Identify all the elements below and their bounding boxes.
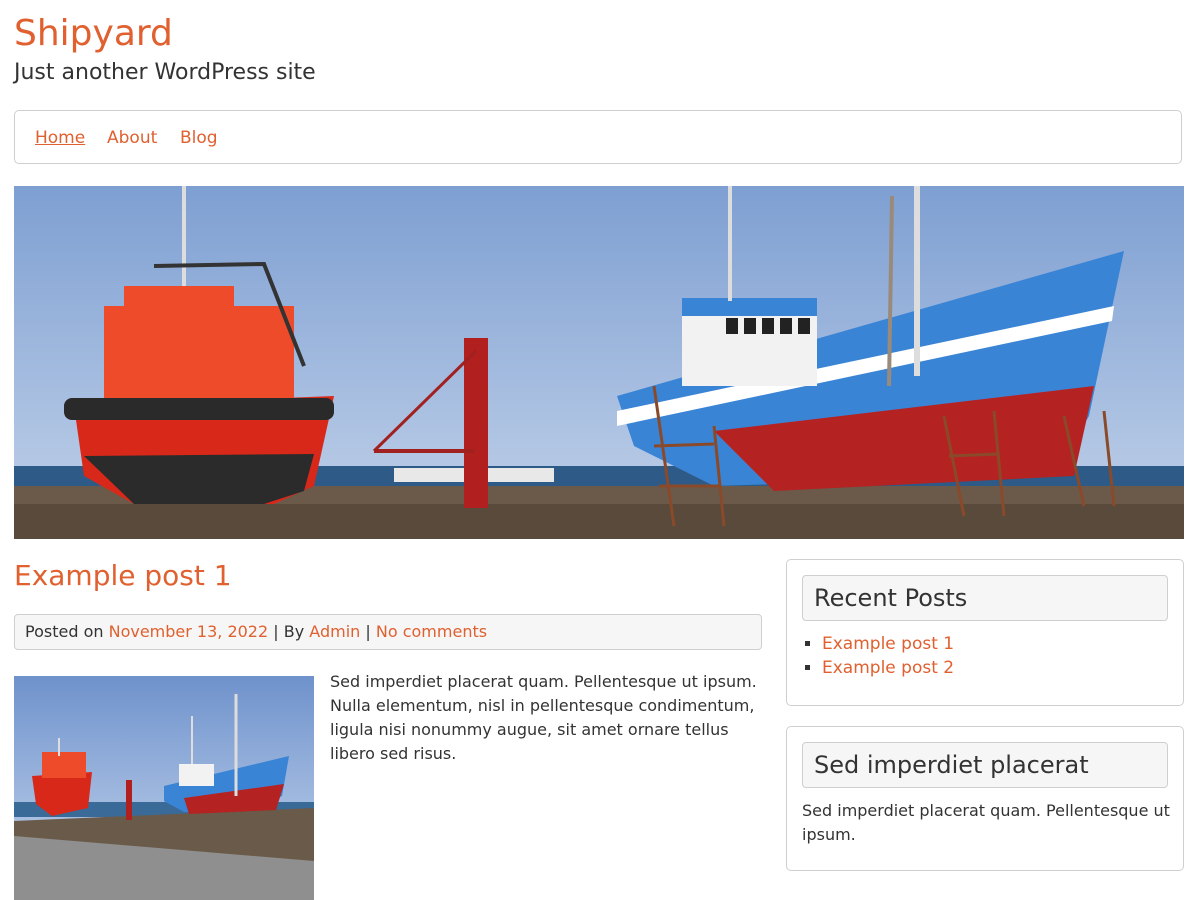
- meta-separator: |: [365, 622, 371, 641]
- post-thumbnail[interactable]: [14, 676, 314, 900]
- list-item: Example post 2: [822, 656, 954, 680]
- site-title-link[interactable]: Shipyard: [14, 13, 173, 54]
- post-title-link[interactable]: Example post 1: [14, 559, 232, 592]
- meta-separator: |: [273, 622, 279, 641]
- author-link[interactable]: Admin: [309, 622, 360, 641]
- post-date-link[interactable]: November 13, 2022: [109, 622, 269, 641]
- text-widget: Sed imperdiet placerat Sed imperdiet pla…: [786, 726, 1184, 871]
- widget-title: Recent Posts: [802, 575, 1168, 621]
- header-image: [14, 186, 1184, 539]
- widget-text: Sed imperdiet placerat quam. Pellentesqu…: [802, 801, 1170, 844]
- site-title[interactable]: Shipyard: [14, 12, 173, 56]
- post-excerpt: Sed imperdiet placerat quam. Pellentesqu…: [330, 672, 757, 763]
- recent-posts-widget: Recent Posts Example post 1 Example post…: [786, 559, 1184, 706]
- recent-post-link[interactable]: Example post 1: [822, 634, 954, 654]
- widget-title: Sed imperdiet placerat: [802, 742, 1168, 788]
- comments-link[interactable]: No comments: [376, 622, 487, 641]
- site-description: Just another WordPress site: [14, 60, 316, 85]
- nav-item-about[interactable]: About: [107, 128, 157, 148]
- recent-posts-list: Example post 1 Example post 2: [806, 632, 954, 680]
- list-item: Example post 1: [822, 632, 954, 656]
- post-meta: Posted on November 13, 2022 | By Admin |…: [14, 614, 762, 650]
- posted-on-label: Posted on: [25, 622, 104, 641]
- recent-post-link[interactable]: Example post 2: [822, 658, 954, 678]
- by-label: By: [283, 622, 305, 641]
- post-title[interactable]: Example post 1: [14, 558, 232, 594]
- main-navigation: Home About Blog: [14, 110, 1182, 164]
- nav-item-home[interactable]: Home: [35, 128, 85, 148]
- nav-item-blog[interactable]: Blog: [180, 128, 218, 148]
